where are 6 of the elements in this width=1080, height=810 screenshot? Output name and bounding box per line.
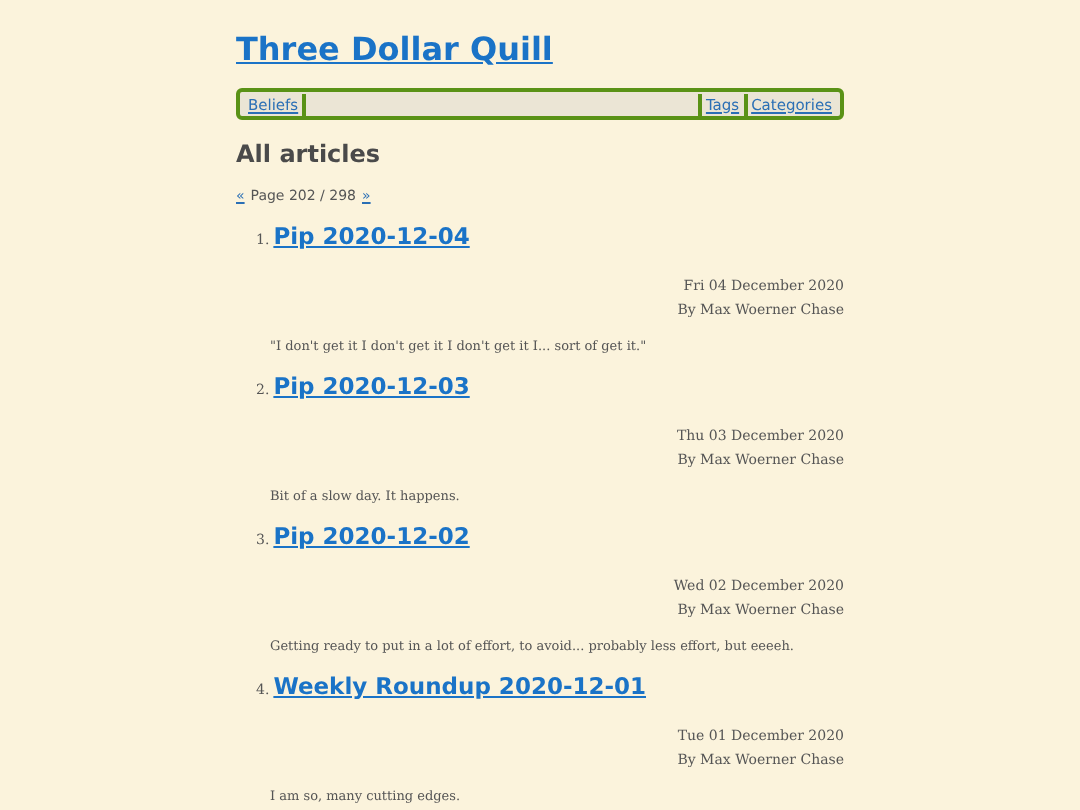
article-title-link[interactable]: Weekly Roundup 2020-12-01	[273, 672, 646, 700]
section-heading: All articles	[236, 140, 383, 168]
article-title-link[interactable]: Pip 2020-12-03	[273, 372, 470, 400]
article-title-link[interactable]: Pip 2020-12-04	[273, 222, 470, 250]
article-title-link[interactable]: Pip 2020-12-02	[273, 522, 470, 550]
site-title-link[interactable]: Three Dollar Quill	[236, 30, 553, 68]
